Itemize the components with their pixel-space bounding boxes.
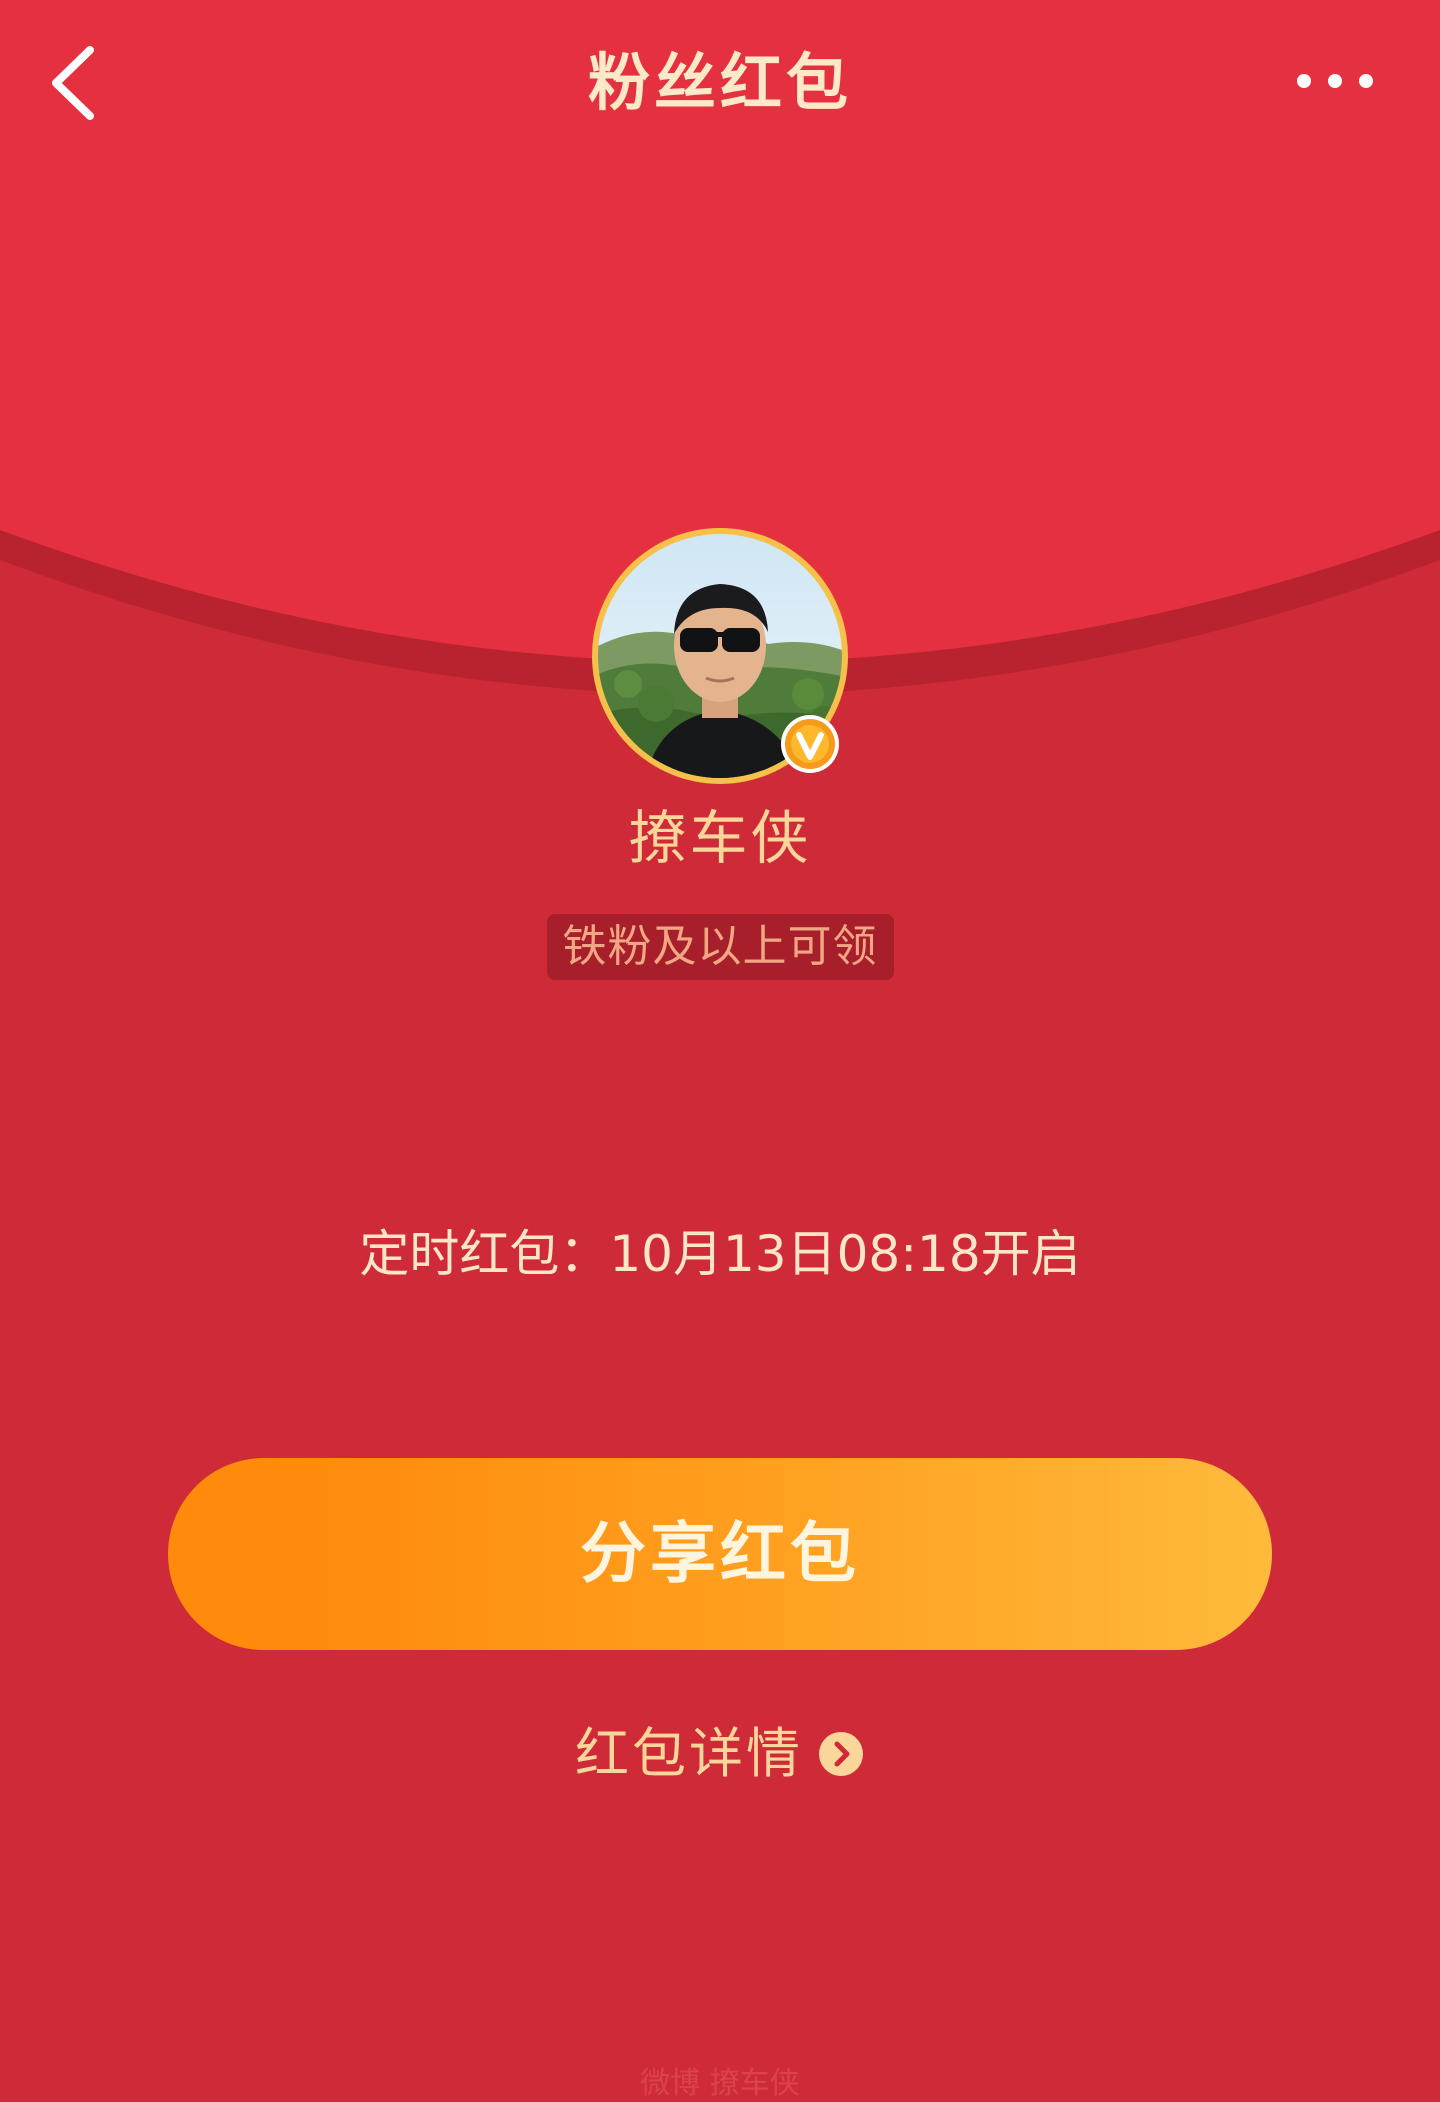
- red-packet-details-link[interactable]: 红包详情: [0, 1716, 1440, 1792]
- more-button[interactable]: [1290, 56, 1380, 106]
- verified-v-icon: [780, 714, 840, 774]
- watermark: 微博 撩车侠: [640, 2066, 800, 2101]
- chevron-left-icon: [52, 46, 94, 120]
- nav-bar: 粉丝红包: [0, 0, 1440, 165]
- more-horizontal-icon: [1297, 74, 1373, 88]
- details-link-content: 红包详情: [575, 1716, 865, 1792]
- sender-name: 撩车侠: [628, 804, 812, 872]
- eligibility-badge: 铁粉及以上可领: [546, 914, 894, 980]
- chevron-right-circle-icon: [817, 1730, 865, 1778]
- scheduled-open-time: 定时红包：10月13日08:18开启: [359, 1225, 1081, 1283]
- eligibility-row: 铁粉及以上可领: [0, 914, 1440, 980]
- details-label: 红包详情: [575, 1722, 803, 1785]
- back-button[interactable]: [40, 38, 110, 128]
- share-red-packet-button[interactable]: 分享红包: [168, 1458, 1272, 1650]
- sender-avatar-group[interactable]: [592, 528, 848, 784]
- page-title: 粉丝红包: [587, 46, 852, 119]
